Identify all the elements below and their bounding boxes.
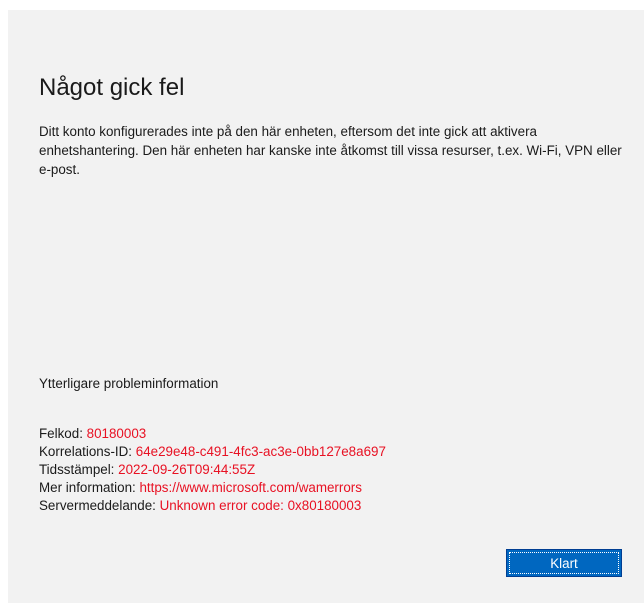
detail-value-timestamp: 2022-09-26T09:44:55Z: [118, 462, 256, 477]
detail-value-correlation-id: 64e29e48-c491-4fc3-ac3e-0bb127e8a697: [135, 444, 386, 459]
detail-label: Tidsstämpel:: [39, 462, 119, 477]
detail-label: Servermeddelande:: [39, 498, 160, 513]
detail-row-timestamp: Tidsstämpel: 2022-09-26T09:44:55Z: [39, 461, 386, 479]
error-details: Felkod: 80180003 Korrelations-ID: 64e29e…: [39, 425, 386, 515]
detail-value-error-code: 80180003: [86, 426, 147, 441]
detail-row-error-code: Felkod: 80180003: [39, 425, 386, 443]
dialog-title: Något gick fel: [39, 74, 185, 101]
detail-row-more-info: Mer information: https://www.microsoft.c…: [39, 479, 386, 497]
detail-label: Korrelations-ID:: [39, 444, 136, 459]
detail-value-server-message: Unknown error code: 0x80180003: [159, 498, 362, 513]
error-dialog: Något gick fel Ditt konto konfigurerades…: [8, 10, 644, 603]
detail-value-more-info-link[interactable]: https://www.microsoft.com/wamerrors: [139, 480, 361, 495]
more-info-heading: Ytterligare probleminformation: [39, 376, 219, 391]
detail-label: Mer information:: [39, 480, 140, 495]
error-message: Ditt konto konfigurerades inte på den hä…: [39, 124, 622, 177]
detail-row-correlation-id: Korrelations-ID: 64e29e48-c491-4fc3-ac3e…: [39, 443, 386, 461]
detail-label: Felkod:: [39, 426, 87, 441]
detail-row-server-message: Servermeddelande: Unknown error code: 0x…: [39, 497, 386, 515]
done-button[interactable]: Klart: [506, 549, 622, 577]
